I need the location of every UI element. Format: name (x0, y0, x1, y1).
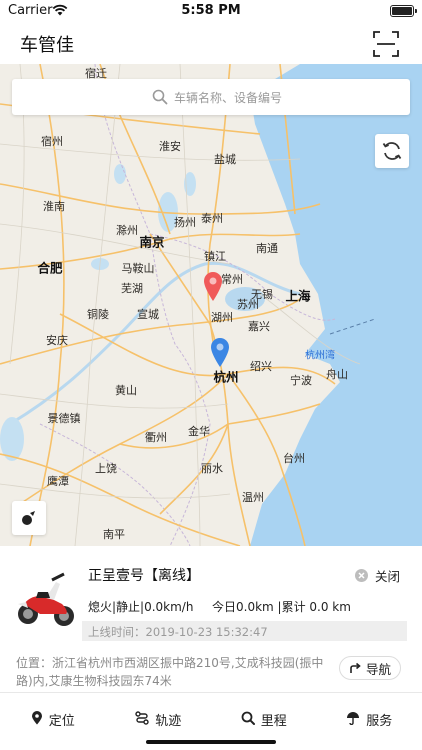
search-icon (241, 711, 255, 725)
close-label: 关闭 (374, 569, 400, 584)
city-label: 嘉兴 (248, 320, 270, 333)
city-label: 镇江 (204, 250, 226, 263)
track-route-icon (135, 711, 149, 725)
online-time-bar: 上线时间：2019-10-23 15:32:47 (82, 621, 407, 641)
city-label: 苏州 (237, 298, 259, 311)
city-label: 铜陵 (87, 308, 109, 321)
search-placeholder: 车辆名称、设备编号 (174, 91, 283, 105)
vehicle-info-panel: 正呈壹号【离线】 关闭 熄火|静止|0.0km/h 今日0.0km |累计 0.… (0, 546, 422, 692)
clock: 5:58 PM (181, 3, 241, 18)
tab-location[interactable]: 定位 (0, 693, 106, 750)
city-label: 上海 (285, 288, 311, 304)
city-label: 杭州 (213, 369, 239, 385)
close-icon (354, 569, 368, 582)
turn-right-icon (350, 662, 361, 673)
city-label: 上饶 (95, 462, 117, 475)
navigate-button[interactable]: 导航 (339, 656, 401, 680)
home-indicator[interactable] (146, 740, 276, 744)
tab-label: 服务 (366, 714, 393, 729)
nav-bar: 车管佳 (0, 24, 422, 64)
city-label: 舟山 (326, 368, 348, 381)
city-label: 温州 (242, 491, 264, 504)
city-label: 宁波 (290, 374, 312, 387)
city-label: 淮安 (159, 140, 181, 153)
city-label: 南京 (139, 234, 165, 250)
city-label: 宿州 (41, 135, 63, 148)
vehicle-status: 熄火|静止|0.0km/h (88, 600, 194, 614)
tab-service[interactable]: 服务 (317, 693, 422, 750)
city-label: 合肥 (37, 260, 63, 276)
city-label: 泰州 (201, 212, 223, 225)
city-label: 芜湖 (121, 282, 143, 295)
location-pin-icon (31, 711, 42, 725)
city-label: 湖州 (211, 311, 233, 324)
city-label: 景德镇 (47, 412, 81, 425)
blue-pin-marker[interactable] (209, 336, 231, 368)
city-label: 宣城 (137, 308, 159, 321)
city-label: 滁州 (116, 224, 138, 237)
search-icon (152, 89, 168, 105)
city-label: 鹰潭 (47, 475, 69, 488)
city-label: 丽水 (201, 462, 223, 475)
vehicle-mileage: 今日0.0km |累计 0.0 km (212, 600, 351, 614)
city-label: 黄山 (115, 384, 137, 397)
city-label: 淮南 (43, 200, 65, 213)
close-button[interactable]: 关闭 (354, 566, 400, 585)
city-label: 衢州 (145, 431, 167, 444)
compass-icon (22, 511, 35, 525)
status-bar: Carrier 5:58 PM (0, 0, 422, 24)
umbrella-icon (347, 712, 360, 725)
city-label: 南通 (256, 242, 278, 255)
online-time: 上线时间：2019-10-23 15:32:47 (88, 625, 268, 639)
city-label: 台州 (283, 452, 305, 465)
city-label: 安庆 (46, 334, 68, 347)
vehicle-address: 位置：浙江省杭州市西湖区振中路210号,艾成科技园(振中路)内,艾康生物科技园东… (16, 656, 324, 688)
city-label: 盐城 (214, 153, 236, 166)
city-label: 绍兴 (250, 360, 272, 373)
city-label: 马鞍山 (121, 262, 155, 275)
refresh-button[interactable] (375, 134, 409, 168)
navigate-label: 导航 (365, 661, 391, 677)
city-label: 南平 (103, 528, 125, 541)
tab-label: 里程 (260, 714, 287, 729)
city-label: 扬州 (174, 216, 196, 229)
tab-label: 定位 (48, 714, 75, 729)
battery-icon (390, 5, 417, 17)
tab-label: 轨迹 (155, 714, 182, 729)
map-view[interactable]: 宿迁 宿州 淮安 盐城 淮南 滁州 扬州 泰州 南京 镇江 南通 合肥 马鞍山 … (0, 64, 422, 546)
city-label: 金华 (188, 425, 210, 438)
search-input[interactable]: 车辆名称、设备编号 (12, 79, 410, 115)
scooter-image (18, 572, 74, 626)
locate-button[interactable] (12, 501, 46, 535)
red-pin-marker[interactable] (202, 270, 224, 302)
app-title: 车管佳 (20, 35, 74, 56)
scan-frame-icon[interactable] (372, 30, 400, 58)
vehicle-name: 正呈壹号【离线】 (88, 568, 200, 584)
refresh-icon (382, 142, 402, 160)
city-label: 杭州湾 (305, 350, 335, 362)
city-label: 常州 (221, 273, 243, 286)
